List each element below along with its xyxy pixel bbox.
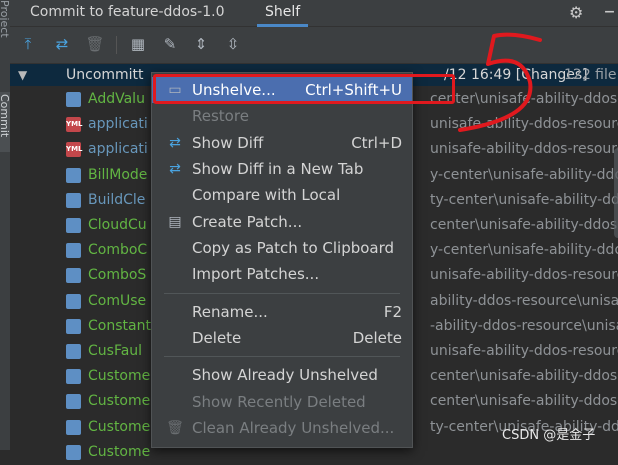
file-name: applicati <box>88 141 148 158</box>
file-name: BillMode <box>88 166 148 183</box>
trash-icon: 🗑 <box>166 420 184 436</box>
menu-item-clean-already-unshelved[interactable]: 🗑 Clean Already Unshelved... <box>152 415 412 441</box>
java-file-icon <box>66 394 81 410</box>
show-already-unshelved-icon[interactable]: ✎ <box>160 34 180 54</box>
yml-file-icon: YML <box>66 117 83 133</box>
menu-item-label: Show Diff <box>192 134 264 152</box>
file-name: Custome <box>88 418 151 435</box>
menu-item-label: Delete <box>192 329 242 347</box>
diff-icon: ⇄ <box>169 135 181 151</box>
java-file-icon <box>66 293 81 309</box>
java-file-icon <box>66 92 81 107</box>
menu-item-label: Clean Already Unshelved... <box>192 419 395 437</box>
shelf-title: Uncommitt <box>66 67 144 83</box>
file-name: ComboS <box>88 267 147 284</box>
file-name: CloudCu <box>88 217 147 233</box>
java-file-icon <box>66 243 81 259</box>
java-file-icon <box>66 192 81 208</box>
menu-item-show-already-unshelved[interactable]: Show Already Unshelved <box>152 362 412 388</box>
java-file-icon <box>66 218 81 233</box>
file-name: ComboC <box>88 242 148 259</box>
file-path: unisafe-ability-ddos-resource <box>430 343 618 359</box>
group-by-icon[interactable]: ▦ <box>128 34 148 54</box>
annotation-number-scribble <box>458 32 542 132</box>
file-name: AddValu <box>88 91 145 107</box>
menu-item-create-patch[interactable]: ▤ Create Patch... <box>152 209 412 235</box>
menu-item-shortcut: Ctrl+D <box>351 134 402 152</box>
menu-item-label: Rename... <box>192 303 268 321</box>
menu-item-show-diff[interactable]: ⇄ Show Diff Ctrl+D <box>152 130 412 156</box>
file-name: BuildCle <box>88 191 146 208</box>
menu-item-compare-with-local[interactable]: Compare with Local <box>152 182 412 208</box>
file-name: Custome <box>88 368 151 385</box>
java-file-icon <box>66 167 81 183</box>
java-file-icon <box>66 344 81 359</box>
menu-item-label: Import Patches... <box>192 265 320 283</box>
java-file-icon <box>66 318 81 334</box>
menu-item-shortcut: F2 <box>383 303 402 321</box>
menu-separator <box>164 356 400 357</box>
file-path: unisafe-ability-ddos-resource\ <box>430 141 618 158</box>
menu-item-delete[interactable]: Delete Delete <box>152 325 412 351</box>
menu-item-import-patches[interactable]: Import Patches... <box>152 261 412 287</box>
file-name: Custome <box>88 393 151 410</box>
file-name: Constant <box>88 317 151 334</box>
menu-item-shortcut: Delete <box>352 329 402 347</box>
menu-item-label: Copy as Patch to Clipboard <box>192 239 395 257</box>
file-path: center\unisafe-ability-ddos-re <box>430 368 618 385</box>
menu-separator <box>164 293 400 294</box>
tab-bar: Commit to feature-ddos-1.0 Shelf ⚙ – <box>10 0 618 27</box>
file-name: applicati <box>88 116 148 133</box>
file-name: Custome <box>88 443 151 460</box>
menu-item-label: Show Already Unshelved <box>192 366 378 384</box>
menu-item-label: Create Patch... <box>192 213 303 231</box>
file-name: CusFaul <box>88 343 143 359</box>
file-path: y-center\unisafe-ability-ddos <box>430 166 618 183</box>
toolbar-separator <box>116 36 117 54</box>
menu-item-show-diff-new-tab[interactable]: ⇄ Show Diff in a New Tab <box>152 156 412 182</box>
tree-scrollbar[interactable] <box>614 148 618 238</box>
show-diff-icon[interactable]: ⇄ <box>52 34 72 54</box>
menu-item-label: Show Recently Deleted <box>192 393 366 411</box>
tab-shelf[interactable]: Shelf <box>257 2 309 27</box>
menu-item-rename[interactable]: Rename... F2 <box>152 299 412 325</box>
delete-icon[interactable]: 🗑 <box>85 34 105 54</box>
tab-commit[interactable]: Commit to feature-ddos-1.0 <box>22 2 233 24</box>
annotation-highlight-box <box>153 74 455 104</box>
collapse-all-icon[interactable]: ⇳ <box>223 34 243 54</box>
java-file-icon <box>66 268 81 284</box>
menu-item-label: Compare with Local <box>192 186 341 204</box>
file-path: ability-ddos-resource\unisafe <box>430 292 618 309</box>
menu-item-label: Show Diff in a New Tab <box>192 160 364 178</box>
patch-icon: ▤ <box>168 214 182 230</box>
menu-item-restore[interactable]: Restore <box>152 103 412 129</box>
file-path: y-center\unisafe-ability-ddos <box>430 242 618 259</box>
chevron-down-icon[interactable]: ▼ <box>18 64 27 86</box>
shelf-file-count: 122 file <box>564 67 617 83</box>
file-name: ComUse <box>88 292 147 309</box>
menu-item-show-recently-deleted[interactable]: Show Recently Deleted <box>152 389 412 415</box>
unshelve-icon[interactable]: ⤒ <box>18 34 38 54</box>
expand-all-icon[interactable]: ⇕ <box>191 34 211 54</box>
java-file-icon <box>66 419 81 435</box>
gear-icon[interactable]: ⚙ <box>569 3 583 22</box>
java-file-icon <box>66 444 81 460</box>
file-path: center\unisafe-ability-ddos-re <box>430 217 618 233</box>
menu-item-label: Restore <box>192 107 249 125</box>
watermark: CSDN @是金子 <box>502 428 596 443</box>
file-path: center\unisafe-ability-ddos-re <box>430 393 618 410</box>
menu-item-copy-as-patch[interactable]: Copy as Patch to Clipboard <box>152 235 412 261</box>
file-path: ty-center\unisafe-ability-ddo <box>430 191 618 208</box>
context-menu: ▭ Unshelve... Ctrl+Shift+U Restore ⇄ Sho… <box>151 72 413 448</box>
file-path: unisafe-ability-ddos-resource <box>430 267 618 284</box>
minimize-icon[interactable]: – <box>604 0 615 24</box>
yml-file-icon: YML <box>66 142 83 158</box>
java-file-icon <box>66 369 81 385</box>
file-path: -ability-ddos-resource\unisafe <box>430 317 618 334</box>
diff-icon: ⇄ <box>169 161 181 177</box>
